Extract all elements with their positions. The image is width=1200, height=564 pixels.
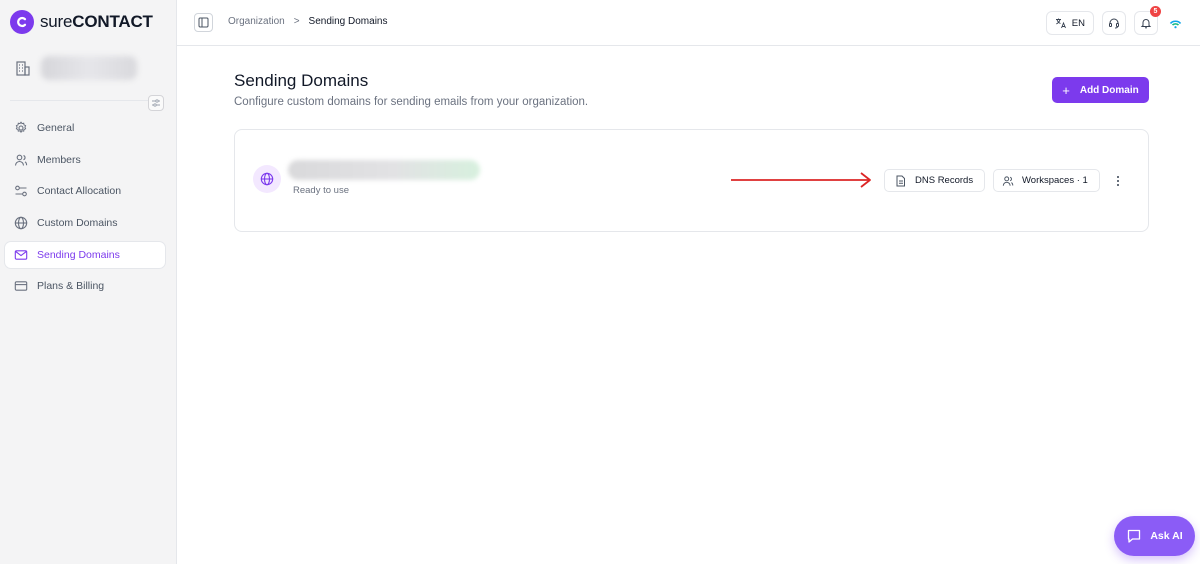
- dns-records-label: DNS Records: [915, 175, 974, 186]
- annotation-arrow: [731, 172, 871, 188]
- workspaces-button[interactable]: Workspaces · 1: [993, 169, 1100, 192]
- users-icon: [1002, 175, 1014, 186]
- page-title: Sending Domains: [234, 71, 369, 90]
- organization-switcher[interactable]: [14, 56, 137, 80]
- allocation-icon: [15, 186, 27, 197]
- toggle-sidebar-button[interactable]: [194, 13, 213, 32]
- app-logo-text: sureCONTACT: [40, 12, 153, 31]
- building-icon: [16, 60, 30, 76]
- plus-icon: +: [1062, 82, 1070, 98]
- headset-icon: [1109, 18, 1119, 29]
- avatar-logo-icon: [1169, 19, 1181, 28]
- panel-left-icon: [198, 17, 209, 28]
- sidebar-item-general[interactable]: General: [5, 115, 165, 141]
- breadcrumb-separator: >: [293, 16, 300, 27]
- breadcrumb: Organization > Sending Domains: [228, 16, 387, 27]
- chat-icon: [1128, 529, 1141, 543]
- ask-ai-button[interactable]: Ask AI: [1114, 516, 1195, 556]
- sidebar-item-label: Contact Allocation: [37, 185, 122, 198]
- sidebar-divider: [10, 100, 164, 101]
- language-label: EN: [1071, 17, 1085, 29]
- top-header: Organization > Sending Domains EN 5: [177, 0, 1200, 46]
- ask-ai-label: Ask AI: [1150, 530, 1183, 542]
- notifications-button[interactable]: 5: [1134, 6, 1161, 35]
- dns-records-button[interactable]: DNS Records: [884, 169, 985, 192]
- user-avatar[interactable]: [1166, 11, 1184, 35]
- more-vertical-icon: [1117, 176, 1119, 186]
- translate-icon: [1055, 18, 1066, 29]
- file-text-icon: [896, 175, 905, 186]
- sidebar-item-label: General: [37, 122, 75, 134]
- sidebar-item-plans-billing[interactable]: Plans & Billing: [5, 273, 165, 299]
- sliders-icon: [152, 99, 160, 107]
- header-actions: EN 5: [1045, 6, 1184, 35]
- sidebar-item-label: Plans & Billing: [37, 280, 105, 293]
- sidebar-settings-button[interactable]: [148, 95, 164, 111]
- add-domain-label: Add Domain: [1079, 84, 1139, 96]
- sidebar-item-label: Members: [37, 153, 81, 166]
- more-options-button[interactable]: [1111, 170, 1125, 192]
- sidebar-item-contact-allocation[interactable]: Contact Allocation: [5, 178, 165, 204]
- workspaces-label: Workspaces · 1: [1022, 175, 1088, 186]
- card-icon: [14, 281, 28, 292]
- breadcrumb-organization[interactable]: Organization: [228, 16, 285, 27]
- breadcrumb-current: Sending Domains: [308, 16, 388, 27]
- support-button[interactable]: [1102, 11, 1126, 35]
- domain-name-redacted: [288, 160, 480, 180]
- globe-icon: [14, 216, 28, 230]
- surecontact-logo-icon: [10, 10, 34, 34]
- page-subtitle: Configure custom domains for sending ema…: [234, 96, 589, 108]
- app-logo[interactable]: sureCONTACT: [10, 10, 153, 34]
- domain-card: Ready to use DNS Records Workspaces · 1: [234, 129, 1149, 232]
- language-switcher[interactable]: EN: [1045, 11, 1094, 35]
- sidebar-nav: General Members Contact Allocation Custo…: [5, 115, 165, 305]
- sidebar-item-members[interactable]: Members: [5, 147, 165, 173]
- add-domain-button[interactable]: + Add Domain: [1052, 77, 1149, 103]
- sidebar-item-sending-domains[interactable]: Sending Domains: [5, 241, 165, 268]
- sidebar-item-label: Custom Domains: [37, 217, 118, 230]
- bell-icon: [1140, 19, 1152, 29]
- mail-icon: [14, 249, 28, 260]
- globe-icon: [260, 172, 274, 186]
- gear-icon: [15, 121, 27, 134]
- sidebar-item-label: Sending Domains: [37, 248, 120, 261]
- users-icon: [14, 154, 28, 166]
- sidebar-item-custom-domains[interactable]: Custom Domains: [5, 210, 165, 236]
- organization-name-redacted: [41, 56, 137, 80]
- domain-globe-icon-wrap: [253, 165, 281, 193]
- domain-status: Ready to use: [293, 185, 349, 196]
- notification-count-badge: 5: [1150, 6, 1161, 17]
- sidebar: sureCONTACT General Members Contact Allo…: [0, 0, 177, 564]
